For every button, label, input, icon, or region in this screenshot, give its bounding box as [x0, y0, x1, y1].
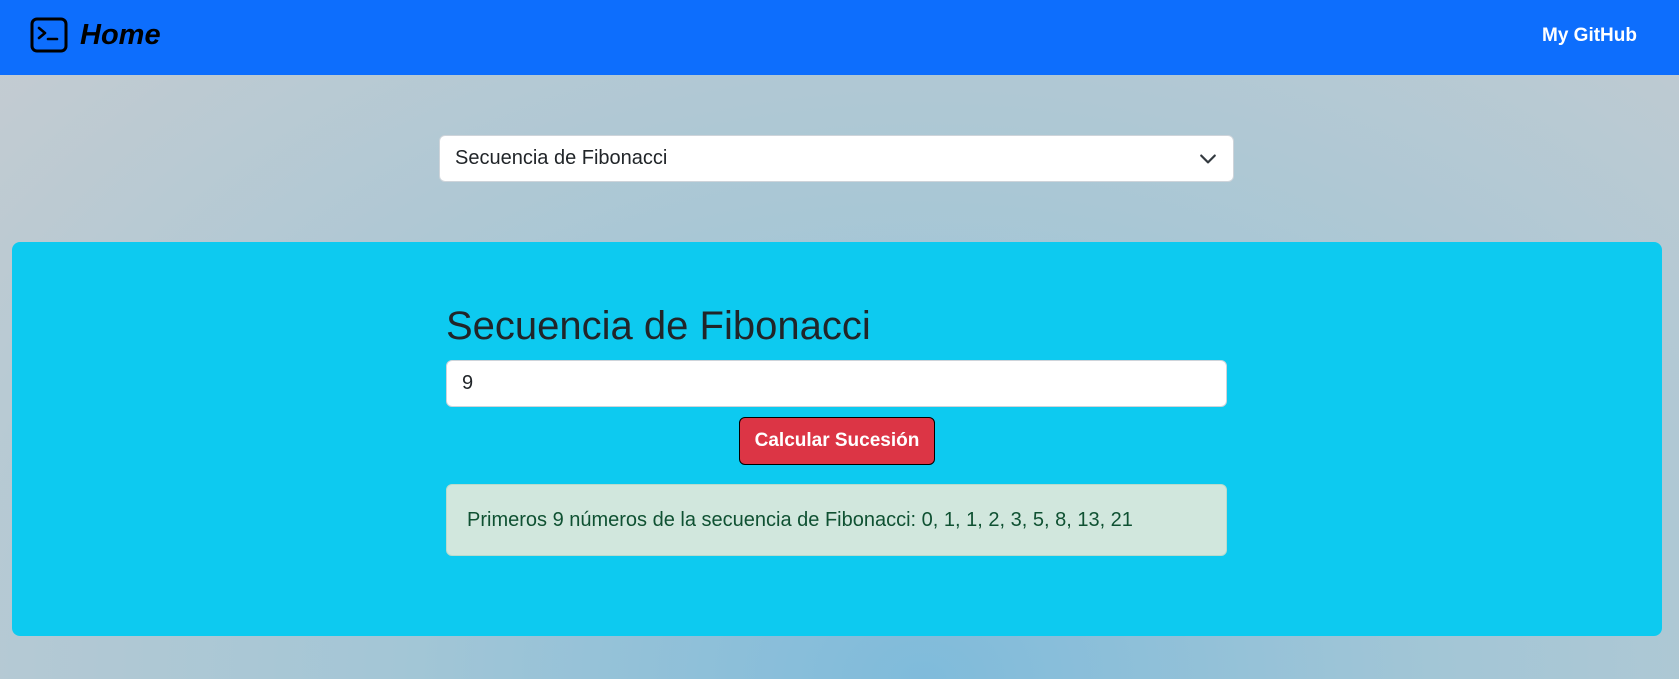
- brand-label: Home: [80, 18, 161, 51]
- algorithm-select-value: Secuencia de Fibonacci: [455, 147, 668, 169]
- count-input[interactable]: [446, 360, 1227, 407]
- result-alert: Primeros 9 números de la secuencia de Fi…: [446, 484, 1227, 556]
- home-brand-link[interactable]: Home: [30, 17, 161, 53]
- algorithm-select[interactable]: Secuencia de Fibonacci: [439, 135, 1234, 182]
- top-navbar: Home My GitHub: [0, 0, 1679, 75]
- github-link[interactable]: My GitHub: [1542, 25, 1637, 47]
- calculate-button[interactable]: Calcular Sucesión: [739, 417, 935, 465]
- chevron-down-icon: [1200, 154, 1216, 164]
- result-text: Primeros 9 números de la secuencia de Fi…: [467, 508, 1133, 531]
- terminal-icon: [30, 17, 68, 53]
- card-title: Secuencia de Fibonacci: [446, 304, 871, 348]
- fibonacci-card: Secuencia de Fibonacci Calcular Sucesión…: [12, 242, 1662, 636]
